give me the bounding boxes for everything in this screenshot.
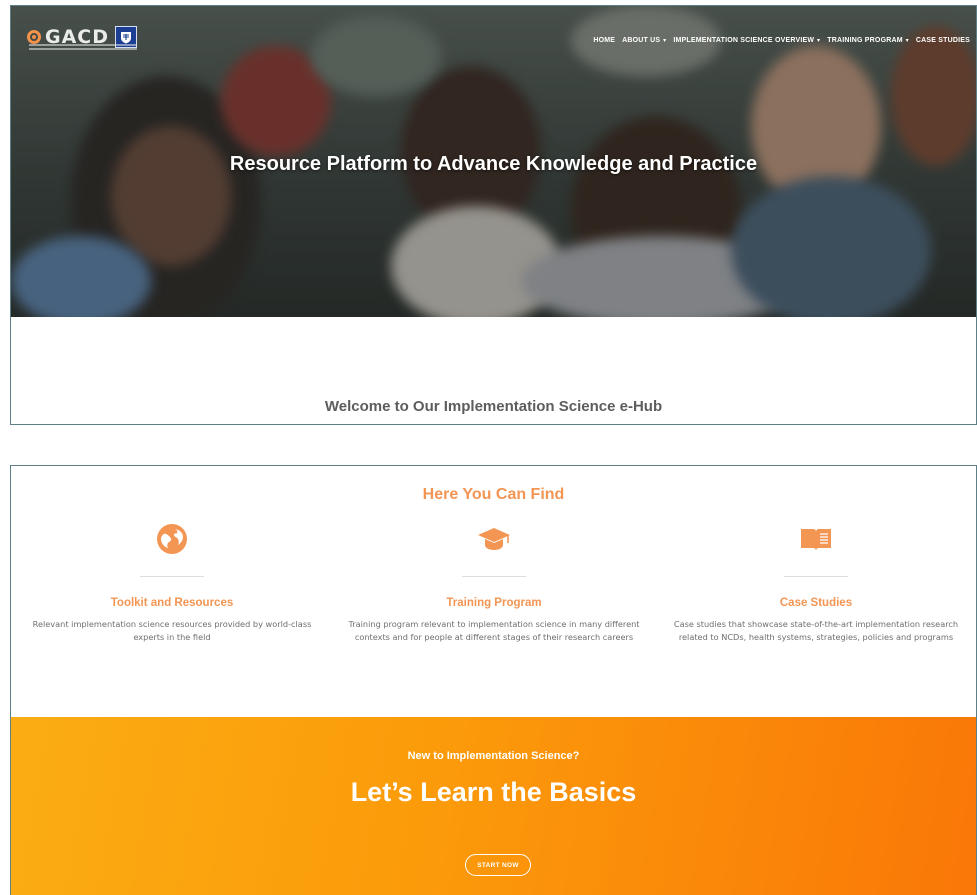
cta-title: Let’s Learn the Basics (350, 777, 637, 807)
feature-case-studies: Case Studies Case studies that showcase … (655, 522, 976, 644)
feature-training: Training Program Training program releva… (333, 522, 655, 644)
nav-training-program[interactable]: TRAINING PROGRAM ▾ (827, 37, 909, 44)
nav-implementation-science-overview[interactable]: IMPLEMENTATION SCIENCE OVERVIEW ▾ (673, 37, 820, 44)
feature-description: Relevant implementation science resource… (32, 619, 312, 642)
feature-description: Case studies that showcase state-of-the-… (673, 619, 959, 642)
hero-banner: GACD HOME ABOUT US ▾ IMPLEMENTATION SCIE… (11, 6, 976, 317)
feature-title[interactable]: Case Studies (655, 597, 976, 609)
section-heading: Here You Can Find (422, 486, 565, 503)
chevron-down-icon: ▾ (661, 38, 667, 44)
feature-toolkit: Toolkit and Resources Relevant implement… (11, 522, 333, 644)
divider (462, 576, 526, 577)
chevron-down-icon: ▾ (903, 38, 909, 44)
nav-case-studies[interactable]: CASE STUDIES (916, 37, 970, 44)
chevron-down-icon: ▾ (815, 38, 821, 44)
graduation-cap-icon (333, 522, 655, 556)
logo-tagline (29, 44, 137, 50)
hero-title: Resource Platform to Advance Knowledge a… (229, 153, 758, 175)
cta-banner: New to Implementation Science? Let’s Lea… (11, 717, 976, 895)
cta-subtitle: New to Implementation Science? (407, 750, 580, 762)
globe-icon (11, 522, 333, 556)
gacd-ring-icon (27, 30, 41, 44)
feature-description: Training program relevant to implementat… (348, 619, 640, 642)
welcome-heading: Welcome to Our Implementation Science e-… (324, 398, 663, 415)
hero-panel: GACD HOME ABOUT US ▾ IMPLEMENTATION SCIE… (10, 5, 977, 425)
main-nav: HOME ABOUT US ▾ IMPLEMENTATION SCIENCE O… (593, 37, 970, 44)
feature-title[interactable]: Training Program (333, 597, 655, 609)
nav-home[interactable]: HOME (593, 37, 615, 44)
start-now-button[interactable]: START NOW (465, 854, 531, 876)
divider (140, 576, 204, 577)
features-panel: Here You Can Find Toolkit and Resources … (10, 465, 977, 895)
feature-title[interactable]: Toolkit and Resources (11, 597, 333, 609)
open-book-icon (655, 522, 976, 556)
nav-about-us[interactable]: ABOUT US ▾ (622, 37, 666, 44)
divider (784, 576, 848, 577)
